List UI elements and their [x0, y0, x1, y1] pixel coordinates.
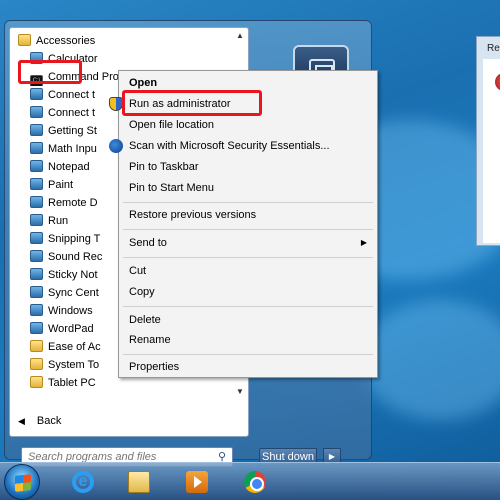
context-menu: Open Run as administrator Open file loca… — [109, 70, 378, 378]
menu-rename[interactable]: Rename — [121, 330, 375, 350]
menu-cut[interactable]: Cut — [121, 261, 375, 281]
program-accessories[interactable]: Accessories — [18, 32, 108, 50]
paint-icon — [30, 178, 43, 190]
menu-delete[interactable]: Delete — [121, 310, 375, 330]
menu-separator — [123, 354, 373, 355]
menu-separator — [123, 306, 373, 307]
math-input-icon — [30, 142, 43, 154]
program-tablet-pc[interactable]: Tablet PC — [30, 374, 120, 392]
program-paint[interactable]: Paint — [30, 176, 120, 194]
program-ease-of-access[interactable]: Ease of Ac — [30, 338, 120, 356]
program-connect-network[interactable]: Connect t — [30, 86, 120, 104]
sticky-notes-icon — [30, 268, 43, 280]
menu-send-to[interactable]: Send to ▶ — [121, 233, 375, 253]
program-system-tools[interactable]: System To — [30, 356, 120, 374]
program-sticky-notes[interactable]: Sticky Not — [30, 266, 120, 284]
taskbar-windows-explorer[interactable] — [118, 466, 160, 498]
uac-shield-icon — [109, 97, 123, 111]
sound-recorder-icon — [30, 250, 43, 262]
snipping-tool-icon — [30, 232, 43, 244]
notepad-icon — [30, 160, 43, 172]
folder-icon — [30, 340, 43, 352]
network-icon — [30, 88, 43, 100]
menu-copy[interactable]: Copy — [121, 282, 375, 302]
getting-started-icon — [30, 124, 43, 136]
submenu-arrow-icon: ▶ — [360, 238, 367, 247]
remote-desktop-icon — [30, 196, 43, 208]
taskbar: e — [0, 462, 500, 500]
scroll-up-arrow-icon[interactable]: ▲ — [234, 30, 246, 42]
menu-restore-previous-versions[interactable]: Restore previous versions — [121, 205, 375, 225]
sync-center-icon — [30, 286, 43, 298]
taskbar-chrome[interactable] — [234, 466, 276, 498]
projector-icon — [30, 106, 43, 118]
start-orb-button[interactable] — [4, 464, 40, 500]
program-math-input[interactable]: Math Inpu — [30, 140, 120, 158]
program-connect-projector[interactable]: Connect t — [30, 104, 120, 122]
menu-separator — [123, 229, 373, 230]
command-prompt-highlight — [18, 60, 82, 84]
program-windows-explorer[interactable]: Windows — [30, 302, 120, 320]
internet-explorer-icon: e — [72, 471, 94, 493]
windows-explorer-icon — [30, 304, 43, 316]
program-sound-recorder[interactable]: Sound Rec — [30, 248, 120, 266]
scroll-down-arrow-icon[interactable]: ▼ — [234, 386, 246, 398]
security-essentials-icon — [109, 139, 123, 153]
folder-icon — [30, 358, 43, 370]
program-snipping-tool[interactable]: Snipping T — [30, 230, 120, 248]
program-getting-started[interactable]: Getting St — [30, 122, 120, 140]
taskbar-media-player[interactable] — [176, 466, 218, 498]
run-as-admin-highlight — [122, 90, 262, 116]
menu-pin-to-start-menu[interactable]: Pin to Start Menu — [121, 178, 375, 198]
menu-scan-security-essentials[interactable]: Scan with Microsoft Security Essentials.… — [109, 136, 375, 156]
folder-icon — [18, 34, 31, 46]
menu-separator — [123, 257, 373, 258]
program-notepad[interactable]: Notepad — [30, 158, 120, 176]
back-arrow-icon: ◀ — [18, 416, 25, 426]
taskbar-internet-explorer[interactable]: e — [62, 466, 104, 498]
windows-logo-icon — [15, 474, 31, 492]
program-run[interactable]: Run — [30, 212, 120, 230]
menu-open-file-location[interactable]: Open file location — [121, 115, 375, 135]
media-player-icon — [186, 471, 208, 493]
folder-icon — [30, 376, 43, 388]
program-remote-desktop[interactable]: Remote D — [30, 194, 120, 212]
menu-separator — [123, 202, 373, 203]
wordpad-icon — [30, 322, 43, 334]
back-button[interactable]: ◀ Back — [18, 412, 61, 430]
program-wordpad[interactable]: WordPad — [30, 320, 120, 338]
background-window[interactable]: Re — [476, 36, 500, 246]
run-icon — [30, 214, 43, 226]
background-window-title: Re — [487, 43, 500, 54]
menu-pin-to-taskbar[interactable]: Pin to Taskbar — [121, 157, 375, 177]
menu-properties[interactable]: Properties — [121, 357, 375, 377]
chrome-icon — [244, 471, 266, 493]
desktop: Re Accessories Calculator C:\ Command Pro… — [0, 0, 500, 500]
program-sync-center[interactable]: Sync Cent — [30, 284, 120, 302]
windows-explorer-icon — [128, 471, 150, 493]
